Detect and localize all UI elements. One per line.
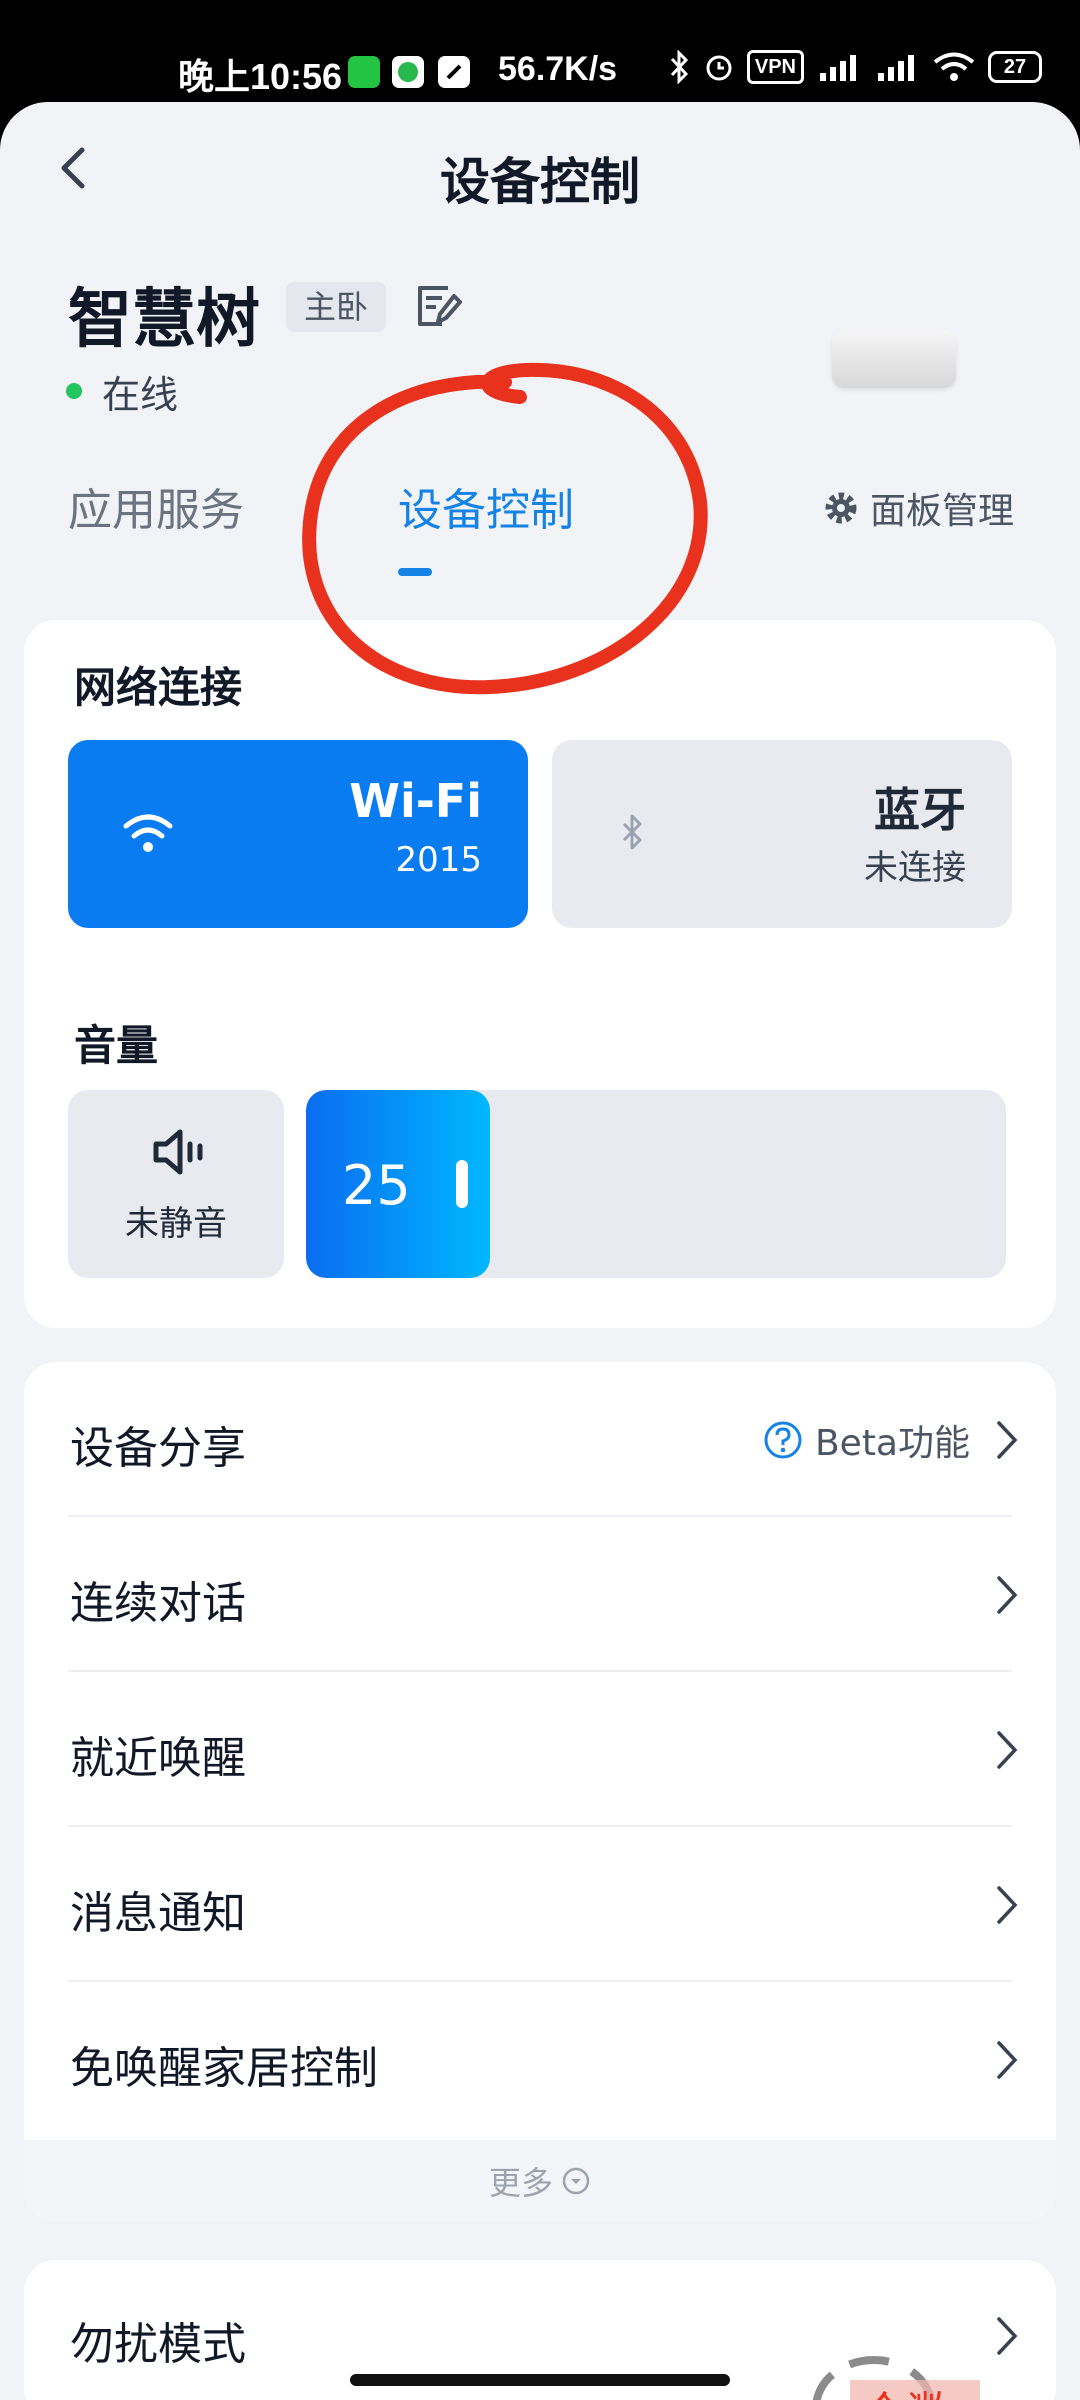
wifi-ssid: 2015 [395,840,482,880]
volume-fill: 25 [306,1090,490,1278]
signal-hd-icon [820,55,856,81]
wifi-icon [123,814,173,852]
wechat-icon [348,56,380,88]
app-green-icon [392,56,424,88]
mute-button[interactable]: 未静音 [68,1090,284,1278]
list-item-label: 消息通知 [70,1888,246,1939]
settings-list-card: 设备分享 Beta功能 连续对话 就近唤醒 消息通知 免唤醒家居控制 更多 [24,1362,1056,2222]
edit-icon[interactable] [412,280,464,332]
online-indicator [66,383,82,399]
status-bar: 晚上10:56 56.7K/s VPN 27 [0,0,1080,105]
chevron-right-icon [997,1576,1018,1614]
bluetooth-status: 未连接 [864,848,966,888]
more-button[interactable]: 更多 [24,2140,1056,2222]
wifi-icon [933,52,975,81]
tab-indicator [398,568,432,576]
volume-title: 音量 [74,1021,159,1070]
vpn-icon: VPN [746,50,804,84]
list-item-label: 就近唤醒 [70,1733,246,1784]
list-item-wakefree-home-control[interactable]: 免唤醒家居控制 [24,1982,1056,2137]
device-name: 智慧树 [68,283,260,357]
volume-handle[interactable] [456,1160,468,1208]
bluetooth-button[interactable]: 蓝牙 未连接 [552,740,1012,928]
list-item-continuous-dialog[interactable]: 连续对话 [24,1517,1056,1672]
device-control-screen: 设备控制 智慧树 主卧 在线 应用服务 设备控制 面板管理 网络连接 Wi-Fi… [0,102,1080,2400]
chevron-right-icon [997,1421,1018,1459]
list-item-device-share[interactable]: 设备分享 Beta功能 [24,1362,1056,1517]
chevron-right-icon [997,1731,1018,1769]
bluetooth-icon [622,814,642,850]
list-item-label: 设备分享 [70,1423,246,1474]
wifi-label: Wi-Fi [349,774,482,828]
app-white-icon [438,56,470,88]
speaker-icon [153,1129,203,1175]
signal-hd-icon [878,55,914,81]
tab-app-services[interactable]: 应用服务 [68,474,244,538]
wifi-button[interactable]: Wi-Fi 2015 [68,740,528,928]
chevron-down-circle-icon [562,2167,590,2195]
device-image [832,330,956,388]
volume-value: 25 [342,1154,411,1217]
panel-manage-label: 面板管理 [869,491,1014,532]
chevron-right-icon [997,2041,1018,2079]
svg-text:众澂: 众澂 [862,2388,950,2400]
help-icon [764,1421,802,1459]
panel-manage-button[interactable]: 面板管理 [822,482,1014,534]
status-time: 晚上10:56 [178,56,343,97]
beta-badge[interactable]: Beta功能 [763,1414,970,1466]
list-item-nearby-wake[interactable]: 就近唤醒 [24,1672,1056,1827]
online-status: 在线 [102,373,179,417]
network-title: 网络连接 [74,663,243,712]
system-icons: VPN 27 [669,50,1042,84]
mute-label: 未静音 [125,1204,227,1244]
room-tag: 主卧 [286,282,387,332]
list-item-label: 勿扰模式 [70,2319,246,2370]
list-item-notifications[interactable]: 消息通知 [24,1827,1056,1982]
tab-device-control[interactable]: 设备控制 [398,474,574,538]
volume-slider[interactable]: 25 [306,1090,1006,1278]
header: 设备控制 [0,102,1080,252]
beta-label: Beta功能 [814,1423,970,1464]
page-title: 设备控制 [440,153,640,211]
list-item-label: 连续对话 [70,1578,246,1629]
home-indicator[interactable] [350,2374,730,2386]
watermark-logo: 众澂 [812,2356,980,2400]
chevron-right-icon [997,1886,1018,1924]
more-label: 更多 [488,2164,553,2202]
alarm-icon [706,55,732,81]
net-speed: 56.7K/s [498,50,618,88]
list-item-label: 免唤醒家居控制 [70,2043,378,2094]
bluetooth-label: 蓝牙 [874,783,966,837]
bluetooth-icon [670,50,688,84]
battery-icon: 27 [988,51,1042,83]
network-volume-card: 网络连接 Wi-Fi 2015 蓝牙 未连接 音量 未静音 25 [24,620,1056,1328]
gear-icon [825,492,857,524]
